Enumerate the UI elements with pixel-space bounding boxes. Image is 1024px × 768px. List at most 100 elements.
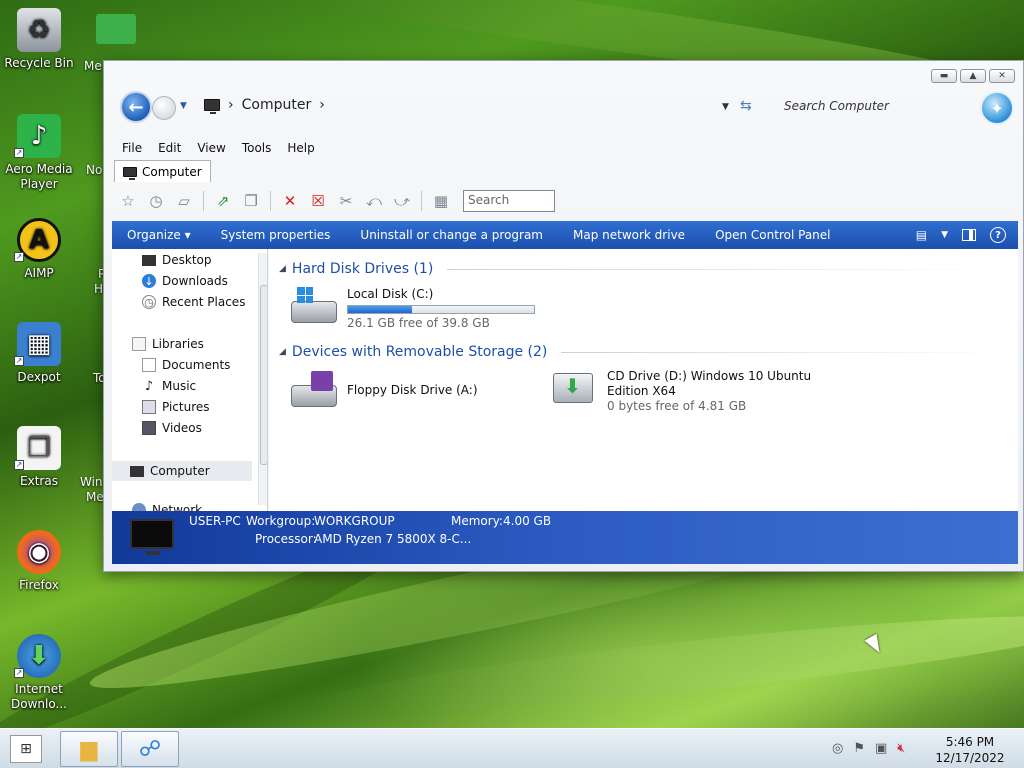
explorer-window: ▬ ▲ ✕ ← ▼ › Computer › ▼ ⇆ Search Comput… xyxy=(103,60,1024,572)
collapse-triangle-icon[interactable]: ◢ xyxy=(279,347,286,357)
delete-icon[interactable]: ✕ xyxy=(278,190,302,212)
search-computer-input[interactable]: Search Computer xyxy=(784,99,889,113)
minimize-button[interactable]: ▬ xyxy=(931,69,957,83)
nav-label: Network xyxy=(152,503,203,511)
tab-computer[interactable]: Computer xyxy=(114,160,211,182)
change-view-icon[interactable]: ▤ xyxy=(916,228,927,242)
nav-item-music[interactable]: ♪ Music xyxy=(142,379,196,394)
clock-date: 12/17/2022 xyxy=(935,751,1005,765)
taskbar-clock[interactable]: 5:46 PM 12/17/2022 xyxy=(928,734,1012,766)
nav-item-videos[interactable]: Videos xyxy=(142,421,202,435)
copy-to-icon[interactable]: ❐ xyxy=(239,190,263,212)
drive-name: Floppy Disk Drive (A:) xyxy=(347,383,478,397)
computer-icon xyxy=(204,99,220,114)
network-tray-icon[interactable]: ▣ xyxy=(875,741,887,756)
nav-item-pictures[interactable]: Pictures xyxy=(142,400,210,414)
map-network-drive-button[interactable]: Map network drive xyxy=(558,228,700,242)
menu-view[interactable]: View xyxy=(189,141,233,155)
cut-icon[interactable]: ✂ xyxy=(334,190,358,212)
taskbar-explorer-button[interactable]: ▆ xyxy=(60,731,118,767)
favorite-star-icon[interactable]: ☆ xyxy=(116,190,140,212)
nav-item-recent-places[interactable]: ◷ Recent Places xyxy=(142,295,245,309)
shortcut-arrow-icon: ↗ xyxy=(14,460,24,470)
breadcrumb-separator[interactable]: › xyxy=(228,97,234,113)
collapse-triangle-icon[interactable]: ◢ xyxy=(279,264,286,274)
computer-icon xyxy=(130,465,144,477)
nav-label: Documents xyxy=(162,358,231,372)
drive-local-disk-c[interactable]: Local Disk (C:) 26.1 GB free of 39.8 GB xyxy=(291,287,535,330)
breadcrumb-separator[interactable]: › xyxy=(319,97,325,113)
delete-permanently-icon[interactable]: ☒ xyxy=(306,190,330,212)
group-divider xyxy=(561,351,1009,353)
navigation-scrollbar[interactable] xyxy=(258,253,267,505)
help-icon[interactable]: ? xyxy=(990,227,1006,243)
taskbar-network-button[interactable]: ☍ xyxy=(121,731,179,767)
tray-circle-icon[interactable]: ◎ xyxy=(832,741,843,756)
drive-usage-bar xyxy=(347,305,535,314)
start-button[interactable]: ⊞ xyxy=(10,735,42,763)
desktop-icon-extras[interactable]: ❐ ↗ Extras xyxy=(0,426,78,489)
desktop-icon-partial-label: No xyxy=(86,163,103,177)
shortcut-arrow-icon: ↗ xyxy=(14,356,24,366)
navigation-pane: Desktop ↓ Downloads ◷ Recent Places Libr… xyxy=(112,249,268,511)
desktop-icon-dexpot[interactable]: ▦ ↗ Dexpot xyxy=(0,322,78,385)
nav-item-desktop[interactable]: Desktop xyxy=(142,253,212,267)
desktop-icon-label: Internet Downlo... xyxy=(11,682,67,711)
nav-item-network[interactable]: Network xyxy=(132,503,202,511)
volume-muted-icon[interactable]: 🔇︎ xyxy=(897,741,905,756)
redo-icon[interactable]: ⤻ xyxy=(390,190,414,212)
search-orb-icon[interactable]: ✦ xyxy=(980,91,1014,125)
system-tray: ◎ ⚑ ▣ 🔇︎ xyxy=(832,741,906,756)
desktop-icon-label: Extras xyxy=(20,474,58,488)
desktop-icon-label: Aero Media Player xyxy=(5,162,73,191)
nav-item-documents[interactable]: Documents xyxy=(142,358,230,372)
refresh-icon[interactable]: ⇆ xyxy=(740,98,752,114)
nav-item-libraries[interactable]: Libraries xyxy=(132,337,204,351)
toolbar-search-input[interactable]: Search xyxy=(463,190,555,212)
drive-cd-d[interactable]: CD Drive (D:) Windows 10 Ubuntu Edition … xyxy=(551,369,811,413)
uninstall-program-button[interactable]: Uninstall or change a program xyxy=(345,228,558,242)
preview-pane-icon[interactable] xyxy=(962,229,976,241)
desktop-icon-firefox[interactable]: ◉ Firefox xyxy=(0,530,78,593)
nav-label: Desktop xyxy=(162,253,212,267)
drive-floppy-a[interactable]: Floppy Disk Drive (A:) xyxy=(291,371,478,411)
folder-sync-icon[interactable]: ▱ xyxy=(172,190,196,212)
desktop-icon-partial[interactable] xyxy=(96,14,136,44)
desktop-icon-aimp[interactable]: A ↗ AIMP xyxy=(0,218,78,281)
desktop-icon-internet-download-manager[interactable]: ⬇ ↗ Internet Downlo... xyxy=(0,634,78,712)
scrollbar-thumb[interactable] xyxy=(260,285,267,465)
nav-item-downloads[interactable]: ↓ Downloads xyxy=(142,274,228,288)
system-properties-button[interactable]: System properties xyxy=(206,228,346,242)
breadcrumb-computer[interactable]: Computer xyxy=(242,97,312,113)
undo-icon[interactable]: ⤺ xyxy=(362,190,386,212)
forward-button[interactable] xyxy=(152,96,176,120)
close-button[interactable]: ✕ xyxy=(989,69,1015,83)
desktop-icon-recycle-bin[interactable]: ♻ Recycle Bin xyxy=(0,8,78,71)
maximize-button[interactable]: ▲ xyxy=(960,69,986,83)
address-bar[interactable]: › Computer › xyxy=(204,97,325,114)
move-to-icon[interactable]: ⇗ xyxy=(211,190,235,212)
organize-button[interactable]: Organize ▾ xyxy=(112,228,206,242)
action-center-flag-icon[interactable]: ⚑ xyxy=(853,741,865,756)
address-history-dropdown[interactable]: ▼ xyxy=(722,102,729,112)
nav-item-computer[interactable]: Computer xyxy=(112,461,252,481)
view-options-icon[interactable]: ▦ xyxy=(429,190,453,212)
menu-help[interactable]: Help xyxy=(279,141,322,155)
view-dropdown-icon[interactable]: ▼ xyxy=(941,230,948,240)
history-clock-icon[interactable]: ◷ xyxy=(144,190,168,212)
group-hard-disk-drives[interactable]: ◢ Hard Disk Drives (1) xyxy=(279,261,1009,277)
open-control-panel-button[interactable]: Open Control Panel xyxy=(700,228,845,242)
clock-time: 5:46 PM xyxy=(945,735,995,749)
video-icon xyxy=(142,421,156,435)
cd-drive-icon xyxy=(551,369,599,409)
recent-pages-dropdown[interactable]: ▼ xyxy=(180,101,187,111)
group-title: Hard Disk Drives (1) xyxy=(291,261,434,277)
menu-edit[interactable]: Edit xyxy=(150,141,189,155)
menu-tools[interactable]: Tools xyxy=(234,141,280,155)
menu-file[interactable]: File xyxy=(114,141,150,155)
back-button[interactable]: ← xyxy=(120,91,152,123)
desktop-icon-aero-media-player[interactable]: ♪ ↗ Aero Media Player xyxy=(0,114,78,192)
drive-free-space: 0 bytes free of 4.81 GB xyxy=(607,399,747,413)
picture-icon xyxy=(142,400,156,414)
group-removable-storage[interactable]: ◢ Devices with Removable Storage (2) xyxy=(279,344,1009,360)
